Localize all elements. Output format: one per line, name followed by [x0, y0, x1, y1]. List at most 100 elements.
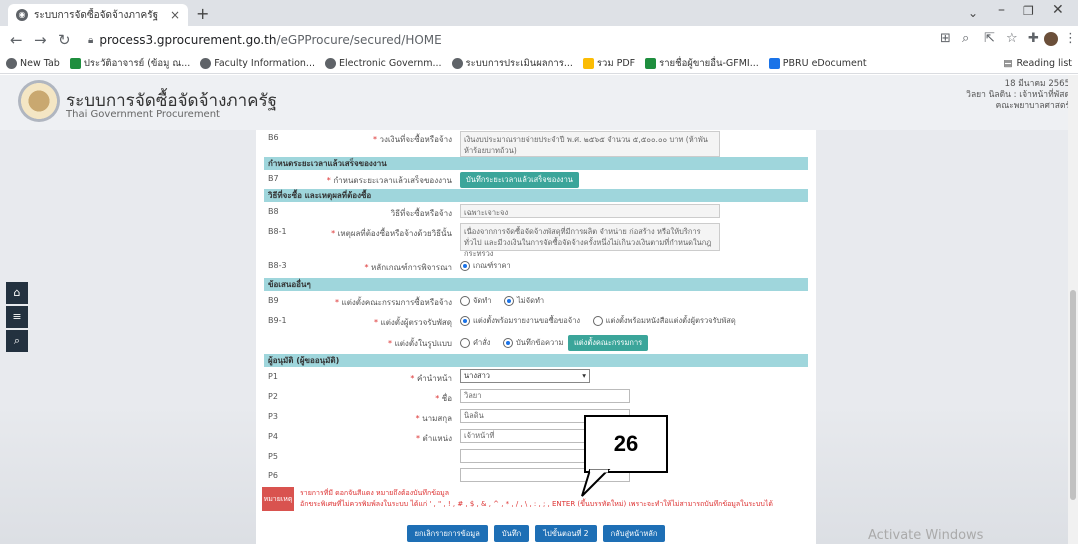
notes-line-2: อักขระพิเศษที่ไม่ควรพิมพ์ลงในระบบ ได้แก่… — [300, 500, 773, 508]
browser-toolbar: ← → ↻ 🔒︎ process3.gprocurement.go.th/eGP… — [0, 26, 1078, 54]
bookmark-item[interactable]: ระบบการประเมินผลการ... — [451, 56, 573, 71]
field-label: * กำหนดระยะเวลาแล้วเสร็จของงาน — [326, 176, 452, 185]
close-window-icon[interactable]: ✕ — [1052, 2, 1064, 18]
field-code: B8-3 — [268, 261, 287, 270]
row-b8: B8 วิธีที่จะซื้อหรือจ้าง เฉพาะเจาะจง — [264, 204, 808, 221]
field-label: * แต่งตั้งในรูปแบบ — [388, 339, 452, 348]
tab-close-icon[interactable]: × — [170, 8, 180, 22]
field-label: * นามสกุล — [415, 414, 452, 423]
row-p1: P1 * คำนำหน้า นางสาว ▾ — [264, 369, 808, 386]
field-label: วิธีที่จะซื้อหรือจ้าง — [390, 209, 452, 218]
field-label: * หลักเกณฑ์การพิจารณา — [364, 263, 452, 272]
side-toolbar: ⌂ ≡ ⌕ — [6, 282, 28, 354]
notes-box: หมายเหตุ รายการที่มี ดอกจันสีแดง หมายถึง… — [262, 487, 810, 513]
field-code: P5 — [268, 452, 278, 461]
budget-textarea[interactable]: เงินงบประมาณรายจ่ายประจำปี พ.ศ. ๒๕๖๕ จำน… — [460, 131, 720, 157]
row-b8-3: B8-3 * หลักเกณฑ์การพิจารณา เกณฑ์ราคา — [264, 261, 808, 275]
appoint-committee-button[interactable]: แต่งตั้งคณะกรรมการ — [567, 335, 649, 351]
bookmark-star-icon[interactable]: ☆ — [1006, 31, 1018, 46]
cancel-button[interactable]: ยกเลิกรายการข้อมูล — [406, 525, 488, 542]
user-department: คณะพยาบาลศาสตร์ — [995, 101, 1070, 111]
procurement-form: B6 * วงเงินที่จะซื้อหรือจ้าง เงินงบประมา… — [256, 130, 816, 544]
forward-icon[interactable]: → — [34, 31, 47, 49]
bookmark-item[interactable]: รายชื่อผู้ขายอื่น-GFMI... — [645, 56, 759, 71]
row-p4: P4 * ตำแหน่ง เจ้าหน้าที่ — [264, 429, 808, 446]
radio-format-memo[interactable]: บันทึกข้อความ — [503, 337, 563, 349]
step-callout: 26 — [584, 415, 668, 473]
current-date: 18 มีนาคม 2565 — [1004, 79, 1070, 89]
browser-menu-icon[interactable]: ⋮ — [1064, 31, 1077, 46]
user-name: วิลยา นิลดิน : เจ้าหน้าที่พัสดุ — [966, 90, 1070, 100]
reading-list-icon: ▤ — [1003, 58, 1013, 69]
page-viewport: ระบบการจัดซื้อจัดจ้างภาครัฐ Thai Governm… — [0, 75, 1078, 544]
scrollbar-thumb[interactable] — [1070, 290, 1076, 500]
lock-icon[interactable]: 🔒︎ — [88, 35, 93, 46]
row-b8-1: B8-1 * เหตุผลที่ต้องซื้อหรือจ้างด้วยวิธี… — [264, 223, 808, 258]
title-select[interactable]: นางสาว ▾ — [460, 369, 590, 383]
radio-inspector-with-letter[interactable]: แต่งตั้งพร้อมหนังสือแต่งตั้งผู้ตรวจรับพั… — [592, 315, 736, 327]
bookmark-item[interactable]: PBRU eDocument — [768, 58, 867, 69]
browser-tab[interactable]: ◉ ระบบการจัดซื้อจัดจ้างภาครัฐ × — [8, 4, 188, 26]
section-method: วิธีที่จะซื้อ และเหตุผลที่ต้องซื้อ — [264, 189, 808, 202]
back-icon[interactable]: ← — [10, 31, 23, 49]
reload-icon[interactable]: ↻ — [58, 31, 71, 49]
field-label: * เหตุผลที่ต้องซื้อหรือจ้างด้วยวิธีนั้น — [331, 229, 452, 238]
maximize-icon[interactable]: ❐ — [1023, 4, 1034, 18]
site-favicon-icon: ◉ — [16, 9, 28, 21]
next-step-button[interactable]: ไปขั้นตอนที่ 2 — [535, 525, 597, 542]
field-code: B7 — [268, 174, 279, 183]
address-bar[interactable]: 🔒︎ process3.gprocurement.go.th/eGPProcur… — [82, 29, 932, 51]
bookmark-item[interactable]: Faculty Information... — [200, 58, 315, 69]
field-code: P2 — [268, 392, 278, 401]
radio-inspector-with-report[interactable]: แต่งตั้งพร้อมรายงานขอซื้อขอจ้าง — [460, 315, 580, 327]
bookmark-icon — [451, 58, 463, 69]
field-code: B6 — [268, 133, 279, 142]
browser-tabstrip: ◉ ระบบการจัดซื้อจัดจ้างภาครัฐ × + ⌄ – ❐ … — [0, 0, 1078, 26]
radio-committee-yes[interactable]: จัดทำ — [460, 295, 491, 307]
translate-icon[interactable]: ⊞ — [940, 31, 951, 46]
menu-icon[interactable]: ≡ — [6, 306, 28, 328]
save-button[interactable]: บันทึก — [493, 525, 530, 542]
field-code: P1 — [268, 372, 278, 381]
url-host: process3.gprocurement.go.th — [99, 33, 277, 47]
new-tab-button[interactable]: + — [196, 4, 209, 23]
minimize-icon[interactable]: – — [998, 2, 1005, 18]
home-icon[interactable]: ⌂ — [6, 282, 28, 304]
bookmark-item[interactable]: รวม PDF — [582, 56, 635, 71]
notes-badge: หมายเหตุ — [262, 487, 294, 511]
share-icon[interactable]: ⇱ — [984, 31, 995, 46]
section-other: ข้อเสนออื่นๆ — [264, 278, 808, 291]
reason-textarea[interactable]: เนื่องจากการจัดซื้อจัดจ้างพัสดุที่มีการผ… — [460, 223, 720, 258]
bookmark-item[interactable]: ประวัติอาจารย์ (ข้อมู ณ... — [69, 56, 190, 71]
bookmark-item[interactable]: New Tab — [6, 58, 60, 69]
field-label: * ชื่อ — [435, 394, 452, 403]
bookmark-label: New Tab — [20, 58, 60, 69]
row-p2: P2 * ชื่อ วิลยา — [264, 389, 808, 406]
reading-list-label: Reading list — [1016, 58, 1072, 69]
row-b9-2: * แต่งตั้งในรูปแบบ คำสั่ง บันทึกข้อความ … — [264, 335, 808, 351]
page-scrollbar[interactable] — [1068, 75, 1078, 544]
bookmark-icon — [768, 58, 780, 69]
save-deadline-button[interactable]: บันทึกระยะเวลาแล้วเสร็จของงาน — [460, 172, 579, 188]
criteria-radio[interactable]: เกณฑ์ราคา — [460, 260, 511, 272]
radio-selected-icon — [460, 261, 470, 271]
field-label: * แต่งตั้งผู้ตรวจรับพัสดุ — [374, 318, 452, 327]
radio-icon — [592, 316, 603, 326]
radio-icon — [460, 337, 470, 348]
tab-search-icon[interactable]: ⌄ — [968, 6, 978, 20]
reading-list-button[interactable]: ▤ Reading list — [1003, 58, 1072, 69]
field-code: B9 — [268, 296, 279, 305]
profile-avatar[interactable] — [1044, 32, 1058, 46]
first-name-input[interactable]: วิลยา — [460, 389, 630, 403]
bookmark-label: รายชื่อผู้ขายอื่น-GFMI... — [659, 58, 759, 69]
tab-title: ระบบการจัดซื้อจัดจ้างภาครัฐ — [34, 9, 159, 21]
extensions-icon[interactable]: ✚ — [1028, 31, 1039, 46]
bookmark-item[interactable]: Electronic Governm... — [324, 58, 442, 69]
radio-format-order[interactable]: คำสั่ง — [460, 337, 490, 349]
radio-committee-no[interactable]: ไม่จัดทำ — [503, 295, 544, 307]
back-home-button[interactable]: กลับสู่หน้าหลัก — [602, 525, 666, 542]
row-b9: B9 * แต่งตั้งคณะกรรมการซื้อหรือจ้าง จัดท… — [264, 296, 808, 310]
user-info: 18 มีนาคม 2565 วิลยา นิลดิน : เจ้าหน้าที… — [966, 79, 1070, 112]
search-icon[interactable]: ⌕ — [6, 330, 28, 352]
zoom-icon[interactable]: ⌕ — [962, 31, 969, 46]
